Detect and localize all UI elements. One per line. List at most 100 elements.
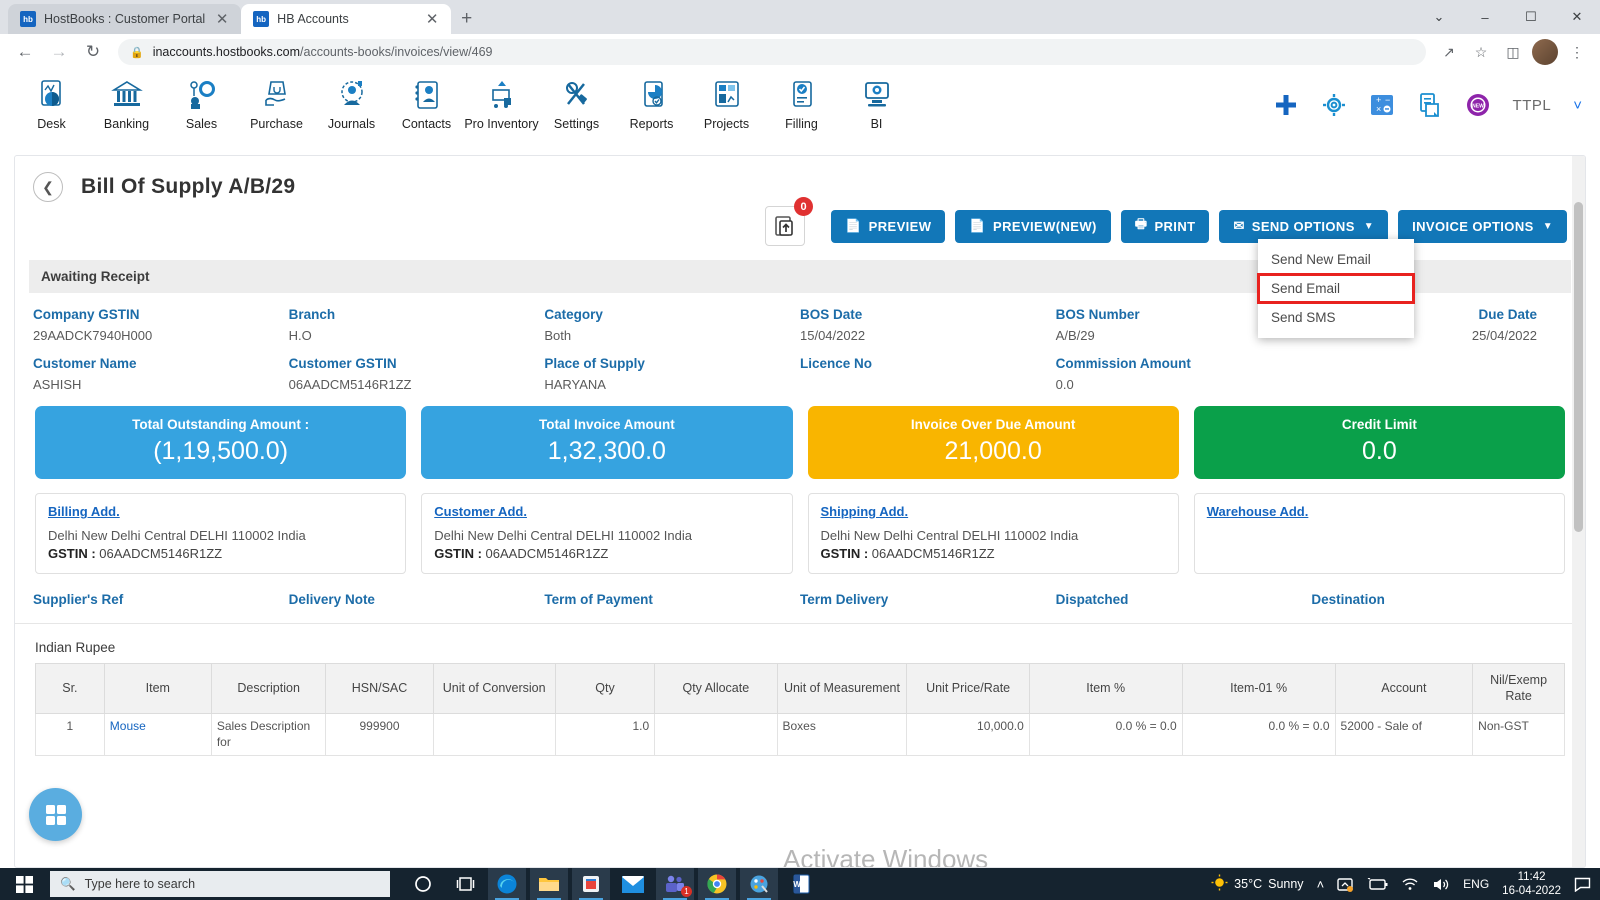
contacts-icon xyxy=(410,76,444,114)
nav-item-projects[interactable]: Projects xyxy=(689,76,764,131)
nav-item-contacts[interactable]: Contacts xyxy=(389,76,464,131)
notes-icon[interactable] xyxy=(1417,92,1443,118)
col-qty-allocate: Qty Allocate xyxy=(654,662,778,715)
nav-item-desk[interactable]: Desk xyxy=(14,76,89,131)
scrollbar-thumb[interactable] xyxy=(1574,202,1583,532)
field-label: Commission Amount xyxy=(1055,356,1191,371)
app-navigation: Desk Banking Sales Purchase Journals Con… xyxy=(0,70,1600,142)
card-value: (1,19,500.0) xyxy=(153,437,289,465)
close-icon[interactable]: ✕ xyxy=(423,10,441,28)
browser-menu-icon[interactable]: ⋮ xyxy=(1564,39,1590,65)
maximize-button[interactable]: ☐ xyxy=(1508,0,1554,34)
address-gstin: GSTIN : 06AADCM5146R1ZZ xyxy=(821,546,1166,561)
bookmark-star-icon[interactable]: ☆ xyxy=(1468,39,1494,65)
language-indicator[interactable]: ENG xyxy=(1463,877,1489,891)
battery-icon[interactable] xyxy=(1367,877,1388,891)
preview-button[interactable]: 📄 PREVIEW xyxy=(831,209,946,243)
nav-item-filling[interactable]: Filling xyxy=(764,76,839,131)
plus-icon[interactable] xyxy=(1273,92,1299,118)
gear-icon[interactable] xyxy=(1321,92,1347,118)
address-link[interactable]: Shipping Add. xyxy=(821,504,1166,519)
address-bar[interactable]: 🔒 inaccounts.hostbooks.com/accounts-book… xyxy=(118,39,1426,65)
microsoft-store-icon[interactable] xyxy=(572,868,610,900)
calculator-icon[interactable]: + − × xyxy=(1369,92,1395,118)
nav-item-banking[interactable]: Banking xyxy=(89,76,164,131)
nav-item-journals[interactable]: Journals xyxy=(314,76,389,131)
windows-start-icon[interactable] xyxy=(0,868,48,900)
tab-search-icon[interactable]: ⌄ xyxy=(1416,0,1462,34)
forward-button[interactable]: → xyxy=(44,37,74,67)
menu-item-send-new-email[interactable]: Send New Email xyxy=(1258,245,1414,274)
avatar[interactable] xyxy=(1532,39,1558,65)
close-window-button[interactable]: ✕ xyxy=(1554,0,1600,34)
nav-item-purchase[interactable]: Purchase xyxy=(239,76,314,131)
address-warehouse: Warehouse Add. xyxy=(1193,493,1565,574)
table-row: 1 Mouse Sales Description for 999900 1.0… xyxy=(35,713,1565,757)
close-icon[interactable]: ✕ xyxy=(213,10,231,28)
address-gstin: GSTIN : 06AADCM5146R1ZZ xyxy=(434,546,779,561)
chevron-down-icon[interactable]: ˅ xyxy=(1573,97,1582,114)
back-arrow-icon[interactable]: ❮ xyxy=(33,172,63,202)
nav-item-bi[interactable]: BI xyxy=(839,76,914,131)
field-label: Customer GSTIN xyxy=(288,356,397,371)
menu-item-send-email[interactable]: Send Email xyxy=(1257,273,1415,304)
vertical-scrollbar[interactable] xyxy=(1572,156,1585,867)
svg-text:×: × xyxy=(1376,104,1381,114)
nav-item-pro-inventory[interactable]: Pro Inventory xyxy=(464,76,539,131)
cortana-icon[interactable] xyxy=(404,868,442,900)
print-button[interactable]: 🖶 PRINT xyxy=(1120,209,1210,243)
mail-icon[interactable] xyxy=(614,868,652,900)
card-title: Total Outstanding Amount : xyxy=(132,417,310,432)
summary-cards: Total Outstanding Amount : (1,19,500.0) … xyxy=(15,392,1585,479)
paint-icon[interactable] xyxy=(740,868,778,900)
browser-tab-1[interactable]: hb HostBooks : Customer Portal ✕ xyxy=(8,4,242,34)
url-path: /accounts-books/invoices/view/469 xyxy=(300,45,493,59)
chevron-up-icon[interactable]: ˄ xyxy=(1317,877,1325,892)
nav-item-settings[interactable]: Settings xyxy=(539,76,614,131)
menu-item-send-sms[interactable]: Send SMS xyxy=(1258,303,1414,332)
new-tab-button[interactable]: + xyxy=(461,8,472,30)
lock-icon: 🔒 xyxy=(130,46,144,59)
cell-item-01-pct: 0.0 % = 0.0 xyxy=(1181,713,1336,757)
invoice-options-button[interactable]: INVOICE OPTIONS ▼ xyxy=(1398,209,1567,243)
weather-widget[interactable]: 35°C Sunny xyxy=(1211,874,1304,894)
cell-item[interactable]: Mouse xyxy=(103,713,212,757)
url-host: inaccounts.hostbooks.com xyxy=(152,45,301,59)
item-link[interactable]: Mouse xyxy=(110,719,146,733)
wifi-icon[interactable] xyxy=(1401,877,1419,891)
cell-hsn: 999900 xyxy=(325,713,434,757)
share-icon[interactable]: ↗ xyxy=(1436,39,1462,65)
edge-icon[interactable] xyxy=(488,868,526,900)
preview-new-button[interactable]: 📄 PREVIEW(NEW) xyxy=(955,209,1111,243)
nav-item-reports[interactable]: Reports xyxy=(614,76,689,131)
send-options-button[interactable]: ✉ SEND OPTIONS ▼ xyxy=(1219,209,1389,243)
action-center-icon[interactable] xyxy=(1574,877,1591,892)
browser-toolbar: ← → ↻ 🔒 inaccounts.hostbooks.com/account… xyxy=(0,34,1600,70)
sidepanel-icon[interactable]: ◫ xyxy=(1500,39,1526,65)
grid-apps-icon[interactable] xyxy=(29,788,82,841)
teams-icon[interactable]: 1 xyxy=(656,868,694,900)
col-sr: Sr. xyxy=(35,662,105,715)
field-label: Company GSTIN xyxy=(33,307,140,322)
back-button[interactable]: ← xyxy=(10,37,40,67)
reload-button[interactable]: ↻ xyxy=(78,37,108,67)
nav-item-sales[interactable]: Sales xyxy=(164,76,239,131)
search-input[interactable]: 🔍 Type here to search xyxy=(50,871,390,897)
file-explorer-icon[interactable] xyxy=(530,868,568,900)
browser-tab-2[interactable]: hb HB Accounts ✕ xyxy=(241,4,452,34)
address-line: Delhi New Delhi Central DELHI 110002 Ind… xyxy=(434,528,692,543)
new-badge-icon[interactable]: NEW xyxy=(1465,92,1491,118)
task-view-icon[interactable] xyxy=(446,868,484,900)
clock[interactable]: 11:42 16-04-2022 xyxy=(1502,870,1561,899)
app-nav-right: + − × NEW TTPL ˅ xyxy=(1273,92,1582,118)
onedrive-icon[interactable] xyxy=(1337,877,1354,892)
address-link[interactable]: Billing Add. xyxy=(48,504,393,519)
nav-label: Contacts xyxy=(401,117,452,131)
word-icon[interactable]: W xyxy=(782,868,820,900)
address-link[interactable]: Warehouse Add. xyxy=(1207,504,1552,519)
chrome-icon[interactable] xyxy=(698,868,736,900)
minimize-button[interactable]: – xyxy=(1462,0,1508,34)
volume-icon[interactable] xyxy=(1432,877,1450,892)
address-link[interactable]: Customer Add. xyxy=(434,504,779,519)
journals-icon xyxy=(335,76,369,114)
